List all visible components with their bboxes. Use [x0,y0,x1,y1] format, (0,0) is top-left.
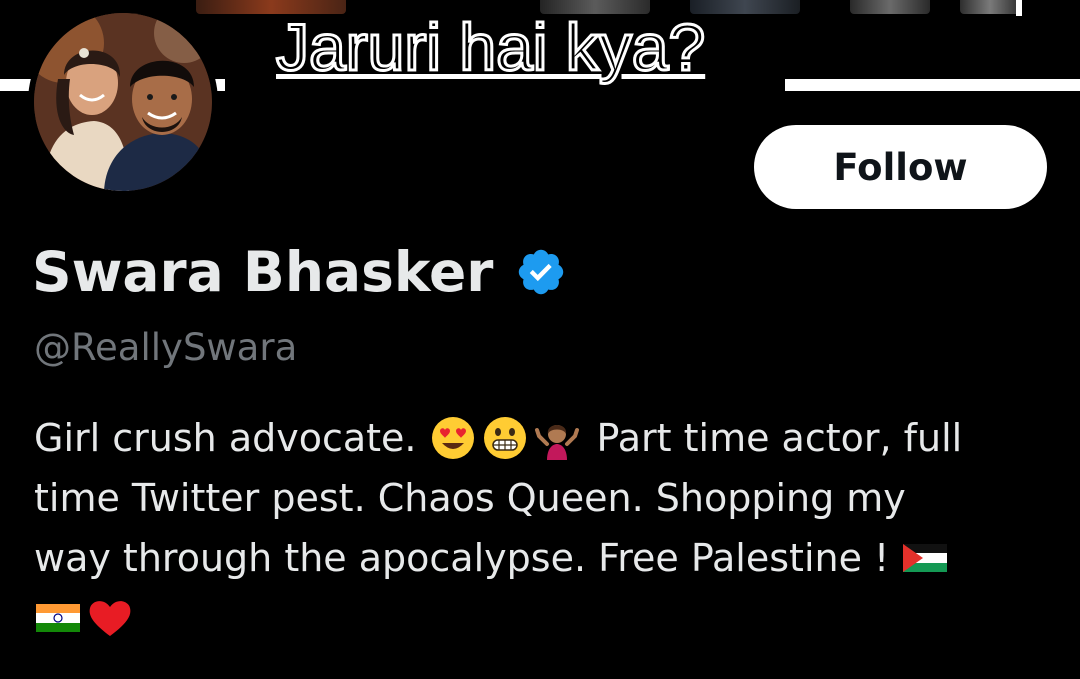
red-heart-icon [86,594,134,642]
follow-button[interactable]: Follow [754,125,1047,209]
banner-photo-strip [690,0,800,14]
bio-text: way through the apocalypse. Free Palesti… [34,536,890,580]
display-name: Swara Bhasker [32,240,494,304]
person-shrugging-emoji-icon [533,414,581,462]
bio-line: time Twitter pest. Chaos Queen. Shopping… [34,468,1054,528]
heart-eyes-emoji-icon [429,414,477,462]
banner-photo-strip [960,0,1020,14]
bio-line: way through the apocalypse. Free Palesti… [34,528,1054,588]
bio-line: Girl crush advocate. Part time actor, fu… [34,408,1054,468]
avatar-image [34,13,212,191]
india-flag-icon [34,594,82,642]
bio-text: Girl crush advocate. [34,416,417,460]
verified-badge-icon[interactable] [515,246,567,298]
avatar[interactable] [28,7,218,197]
bio-line [34,588,1054,648]
banner-caption: Jaruri hai kya? [274,10,706,84]
grimacing-face-emoji-icon [481,414,529,462]
banner-divider [1016,0,1022,16]
banner-photo-strip [850,0,930,14]
profile-name-row: Swara Bhasker [32,236,567,308]
palestine-flag-icon [901,534,949,582]
bio-text: Part time actor, full [596,416,963,460]
bio-text: time Twitter pest. Chaos Queen. Shopping… [34,476,906,520]
profile-bio: Girl crush advocate. Part time actor, fu… [34,408,1054,648]
username-handle: @ReallySwara [34,326,298,369]
